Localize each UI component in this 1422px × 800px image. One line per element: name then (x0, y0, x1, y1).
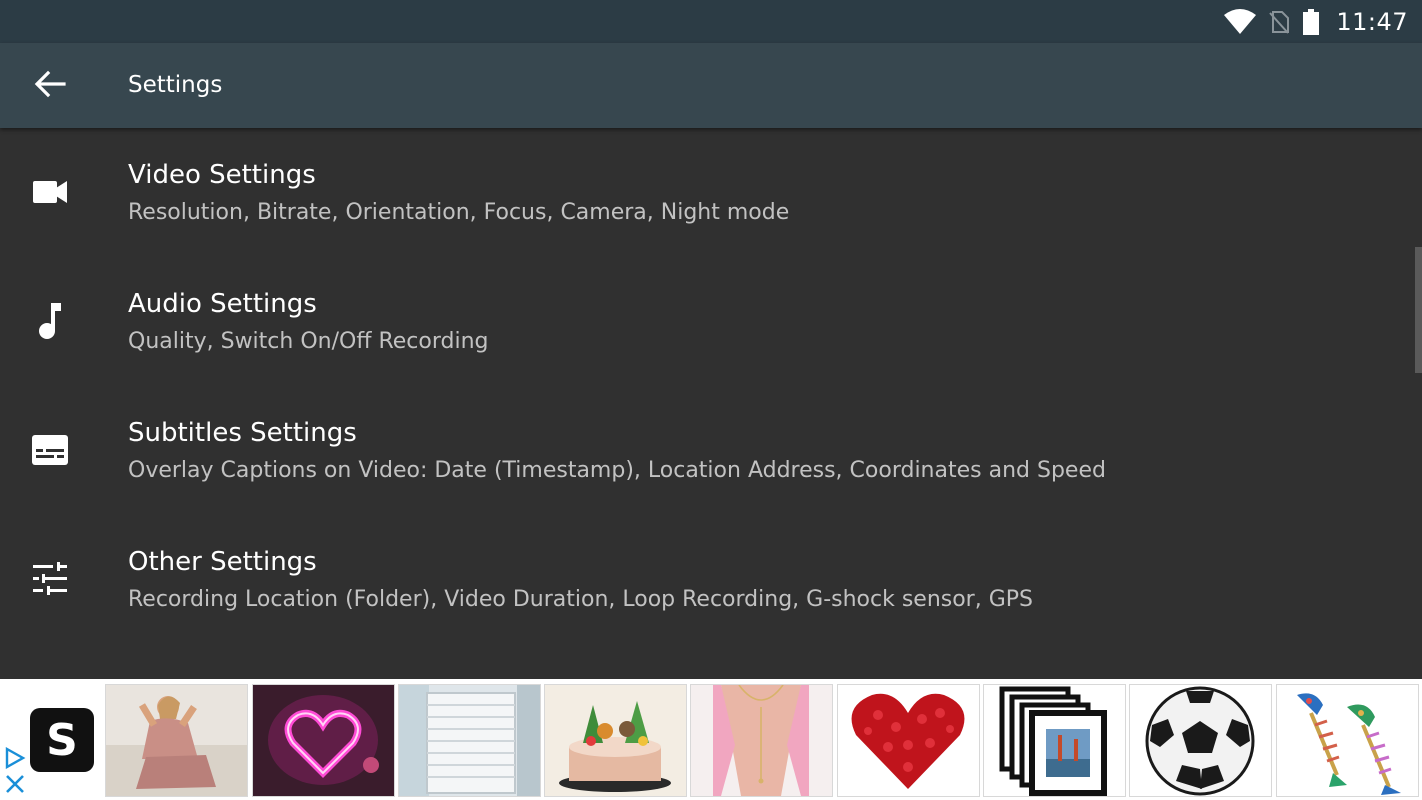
close-icon[interactable] (4, 773, 26, 795)
product-neon-heart-light[interactable] (252, 684, 395, 797)
video-settings-subtitle: Resolution, Bitrate, Orientation, Focus,… (128, 200, 790, 225)
no-sim-icon (1268, 10, 1290, 34)
subtitles-settings-item[interactable]: Subtitles Settings Overlay Captions on V… (0, 386, 1410, 515)
music-note-icon (26, 297, 74, 345)
video-settings-title: Video Settings (128, 160, 316, 190)
product-body-chain-necklace[interactable] (690, 684, 833, 797)
subtitles-icon (26, 426, 74, 474)
other-settings-item[interactable]: Other Settings Recording Location (Folde… (0, 515, 1410, 644)
page-title: Settings (128, 72, 223, 98)
other-settings-subtitle: Recording Location (Folder), Video Durat… (128, 587, 1033, 612)
video-settings-item[interactable]: Video Settings Resolution, Bitrate, Orie… (0, 128, 1410, 257)
subtitles-settings-subtitle: Overlay Captions on Video: Date (Timesta… (128, 458, 1106, 483)
audio-settings-subtitle: Quality, Switch On/Off Recording (128, 329, 489, 354)
status-bar: 11:47 (0, 0, 1422, 43)
product-photo-frames[interactable] (983, 684, 1126, 797)
back-button[interactable] (26, 63, 74, 109)
product-animal-birthday-cake[interactable] (544, 684, 687, 797)
ad-banner[interactable]: S (0, 679, 1422, 800)
product-rose-petal-heart[interactable] (837, 684, 980, 797)
video-camera-icon (26, 168, 74, 216)
wifi-icon (1224, 8, 1257, 35)
product-towel-radiator[interactable] (398, 684, 541, 797)
arrow-back-icon (34, 70, 66, 102)
status-clock: 11:47 (1336, 7, 1408, 36)
app-bar: Settings (0, 43, 1422, 128)
audio-settings-item[interactable]: Audio Settings Quality, Switch On/Off Re… (0, 257, 1410, 386)
other-settings-title: Other Settings (128, 547, 317, 577)
audio-settings-title: Audio Settings (128, 289, 317, 319)
settings-list: Video Settings Resolution, Bitrate, Orie… (0, 128, 1422, 679)
subtitles-settings-title: Subtitles Settings (128, 418, 357, 448)
product-fish-earrings[interactable] (1276, 684, 1419, 797)
product-soccer-ball-rug[interactable] (1129, 684, 1272, 797)
product-pajama-set[interactable] (105, 684, 248, 797)
scrollbar[interactable] (1415, 247, 1422, 373)
advertiser-logo[interactable]: S (30, 708, 94, 772)
ad-choices-icon[interactable] (4, 746, 26, 770)
battery-icon (1302, 8, 1320, 35)
tune-icon (26, 555, 74, 603)
